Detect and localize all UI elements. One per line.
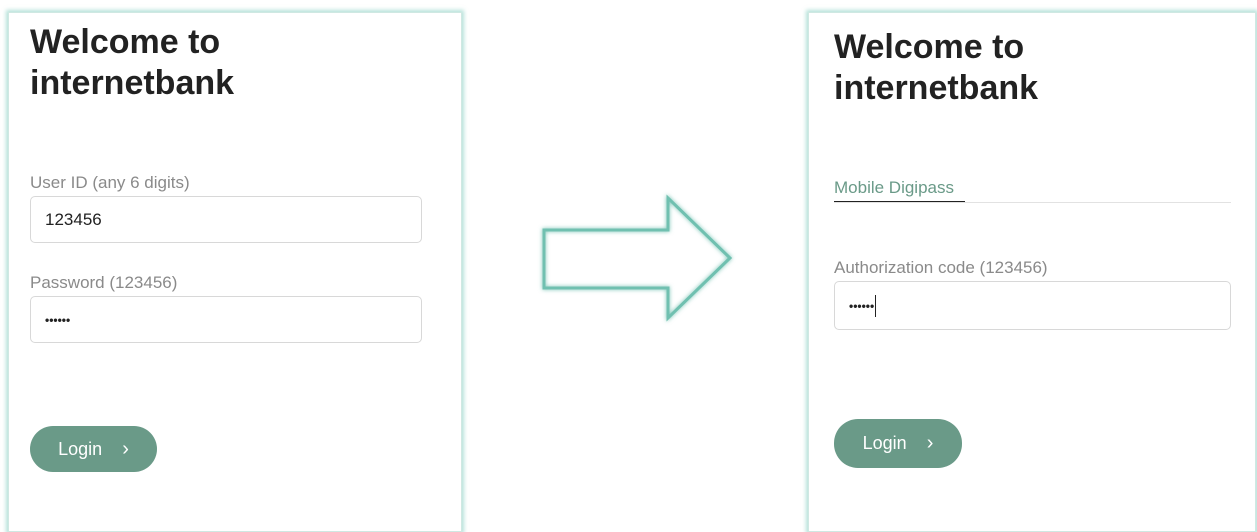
authorization-code-value: •••••• <box>849 298 875 313</box>
password-value: •••••• <box>45 312 71 327</box>
page-title: Welcome to internetbank <box>30 22 234 104</box>
page-title: Welcome to internetbank <box>834 27 1038 109</box>
authorization-code-input[interactable]: •••••• <box>834 281 1231 330</box>
tab-mobile-digipass[interactable]: Mobile Digipass <box>834 178 954 198</box>
login-panel: Welcome to internetbank User ID (any 6 d… <box>8 12 462 532</box>
login-button[interactable]: Login › <box>30 426 157 472</box>
user-id-value: 123456 <box>45 209 102 229</box>
password-label: Password (123456) <box>30 273 178 292</box>
user-id-label: User ID (any 6 digits) <box>30 173 190 192</box>
user-id-input[interactable]: 123456 <box>30 196 422 243</box>
password-input[interactable]: •••••• <box>30 296 422 343</box>
login-button-label: Login <box>862 433 907 453</box>
login-button[interactable]: Login › <box>834 419 962 468</box>
right-arrow-icon <box>542 194 733 322</box>
title-line-2: internetbank <box>30 64 235 102</box>
text-caret <box>875 294 877 317</box>
chevron-right-icon: › <box>122 437 129 460</box>
title-line-2: internetbank <box>834 69 1039 107</box>
chevron-right-icon: › <box>926 432 934 454</box>
title-line-1: Welcome to <box>834 28 1025 66</box>
title-line-1: Welcome to <box>30 23 221 61</box>
login-button-label: Login <box>58 438 103 459</box>
authorization-code-label: Authorization code (123456) <box>834 258 1048 277</box>
authorization-panel: Welcome to internetbank Mobile Digipass … <box>808 12 1256 532</box>
tab-divider <box>834 202 1231 203</box>
